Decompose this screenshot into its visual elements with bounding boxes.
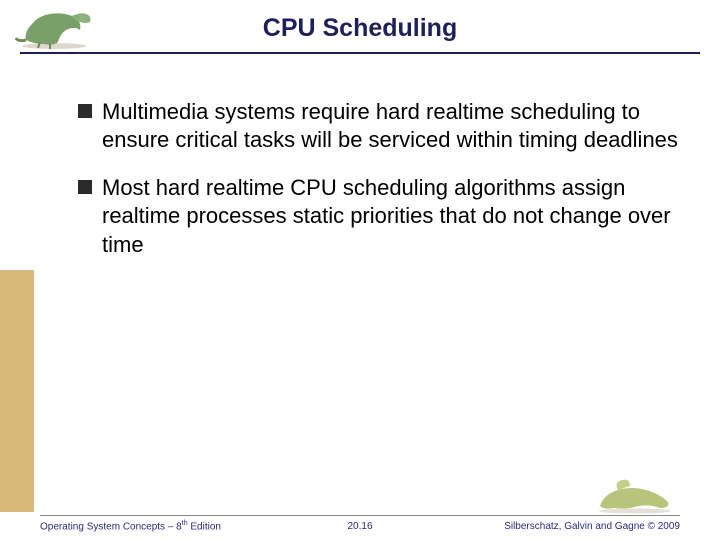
- bullet-item: Multimedia systems require hard realtime…: [78, 98, 678, 154]
- footer-right-text: Silberschatz, Galvin and Gagne © 2009: [504, 521, 680, 532]
- sidebar: [0, 0, 34, 540]
- footer-rule: [40, 515, 680, 516]
- bullet-square-icon: [78, 180, 92, 194]
- bullet-text: Most hard realtime CPU scheduling algori…: [102, 174, 678, 258]
- slide-footer: Operating System Concepts – 8th Edition …: [0, 508, 720, 540]
- bullet-square-icon: [78, 104, 92, 118]
- slide-title: CPU Scheduling: [0, 14, 720, 43]
- sidebar-bottom: [0, 270, 34, 512]
- title-underline: [20, 52, 700, 54]
- bullet-item: Most hard realtime CPU scheduling algori…: [78, 174, 678, 258]
- slide-content: Multimedia systems require hard realtime…: [78, 98, 678, 279]
- bullet-text: Multimedia systems require hard realtime…: [102, 98, 678, 154]
- slide: CPU Scheduling Multimedia systems requir…: [0, 0, 720, 540]
- slide-header: CPU Scheduling: [0, 0, 720, 58]
